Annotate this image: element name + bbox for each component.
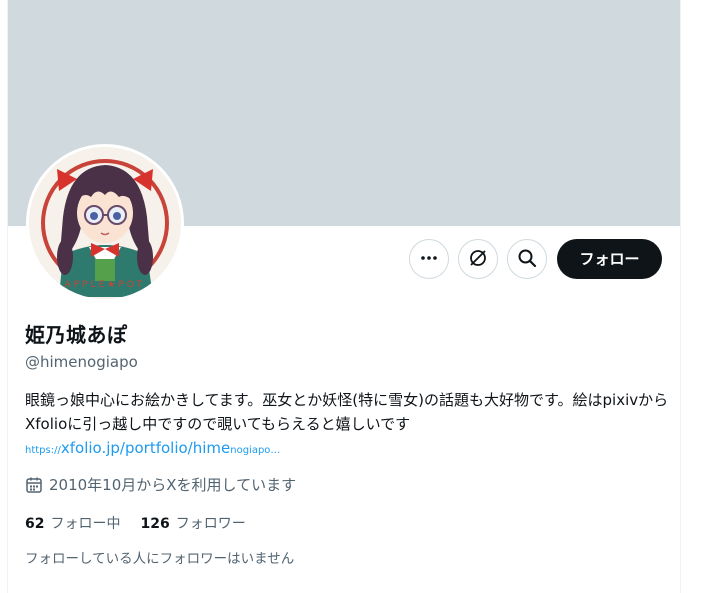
more-dots-icon — [420, 249, 438, 270]
followers-count: 126 — [140, 516, 170, 532]
avatar-image: APPLE★POT — [29, 147, 181, 299]
followers-label: フォロワー — [175, 516, 246, 532]
bio-link-main: xfolio.jp/portfolio/hime — [60, 439, 231, 457]
following-label: フォロー中 — [50, 516, 121, 532]
mutual-followers-text: フォローしている人にフォロワーはいません — [25, 551, 295, 567]
more-button[interactable] — [409, 239, 449, 279]
user-handle: @himenogiapo — [25, 353, 138, 371]
display-name: 姫乃城あぽ — [25, 323, 128, 347]
calendar-icon — [25, 476, 43, 494]
grok-icon — [468, 248, 488, 271]
profile-bio: 眼鏡っ娘中心にお絵かきしてます。巫女とか妖怪(特に雪女)の話題も大好物です。絵は… — [25, 391, 669, 433]
join-date-text: 2010年10月からXを利用しています — [49, 476, 297, 494]
search-button[interactable] — [507, 239, 547, 279]
followers-link[interactable]: 126 フォロワー — [140, 513, 245, 533]
join-date: 2010年10月からXを利用しています — [25, 474, 296, 495]
grok-button[interactable] — [458, 239, 498, 279]
following-count: 62 — [25, 516, 45, 532]
follow-button[interactable]: フォロー — [557, 239, 662, 279]
bio-link[interactable]: https://xfolio.jp/portfolio/himenogiapo… — [25, 439, 280, 457]
following-link[interactable]: 62 フォロー中 — [25, 513, 120, 533]
avatar[interactable]: APPLE★POT — [26, 144, 184, 302]
svg-text:APPLE★POT: APPLE★POT — [65, 280, 146, 290]
bio-link-suffix: nogiapo… — [230, 445, 281, 456]
search-icon — [517, 248, 537, 271]
follow-stats: 62 フォロー中 126 フォロワー — [25, 513, 266, 533]
page-right-border — [680, 0, 681, 593]
bio-link-prefix: https:// — [25, 445, 61, 456]
